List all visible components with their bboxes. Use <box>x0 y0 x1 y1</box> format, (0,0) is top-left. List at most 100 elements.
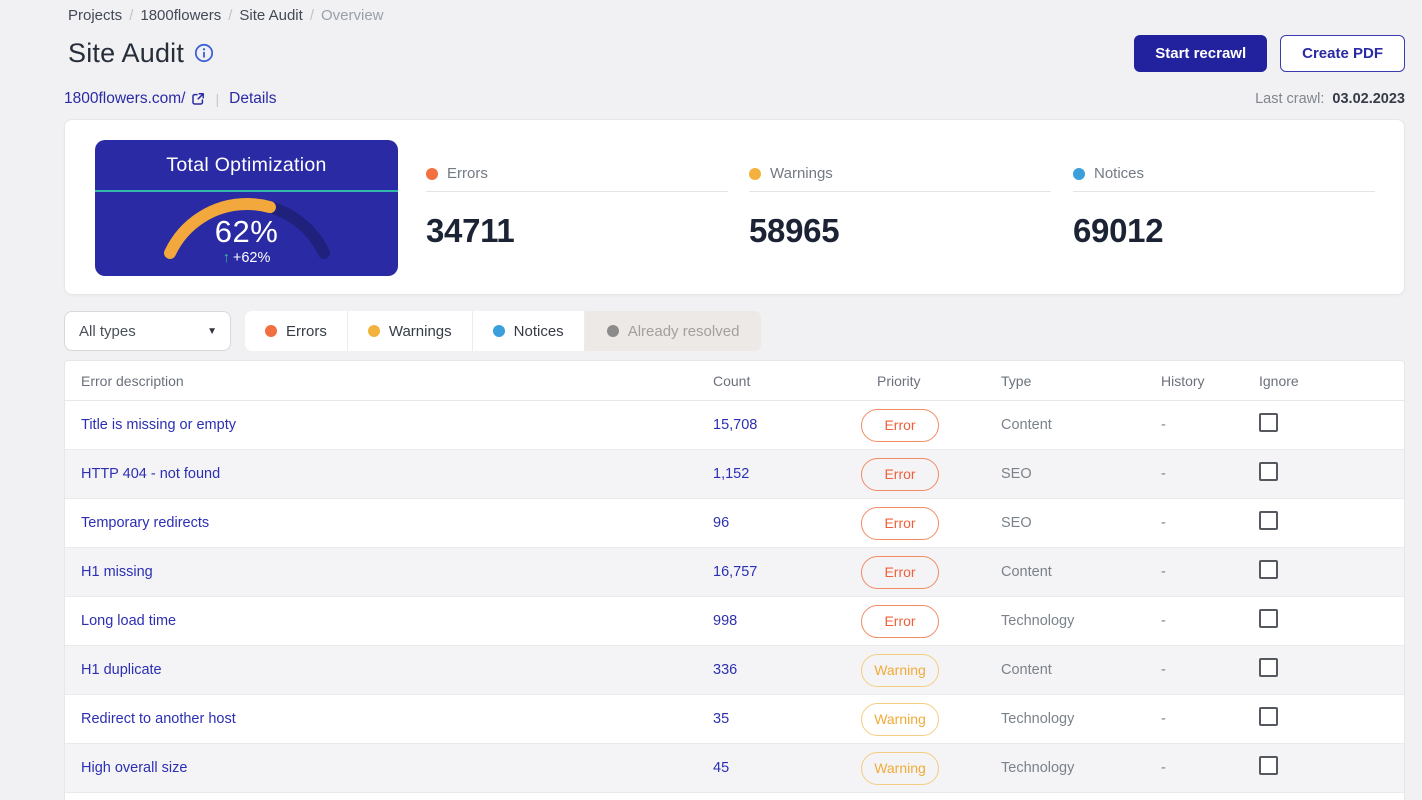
last-crawl-label: Last crawl: <box>1255 90 1325 107</box>
history-cell: - <box>1161 417 1166 433</box>
error-description-link[interactable]: Temporary redirects <box>81 515 209 531</box>
breadcrumb-separator: / <box>309 6 314 24</box>
breadcrumb-project-name[interactable]: 1800flowers <box>140 7 221 24</box>
history-cell: - <box>1161 662 1166 678</box>
warnings-dot-icon <box>367 325 380 337</box>
resolved-dot-icon <box>606 325 619 337</box>
total-optimization-gauge: Total Optimization 62% ↑ +62% <box>95 140 398 276</box>
details-link[interactable]: Details <box>229 90 276 108</box>
warnings-dot-icon <box>749 167 761 180</box>
error-description-link[interactable]: H1 duplicate <box>81 662 162 678</box>
tab-label: Warnings <box>388 322 452 340</box>
count-link[interactable]: 998 <box>713 613 737 629</box>
ignore-checkbox[interactable] <box>1259 413 1278 432</box>
ignore-checkbox[interactable] <box>1259 756 1278 775</box>
domain-text: 1800flowers.com/ <box>64 89 186 107</box>
divider <box>1073 191 1375 192</box>
type-cell: Technology <box>1001 613 1075 629</box>
count-link[interactable]: 15,708 <box>713 417 757 433</box>
count-link[interactable]: 16,757 <box>713 564 757 580</box>
errors-dot-icon <box>426 167 438 180</box>
type-filter-value: All types <box>79 322 136 340</box>
notices-count: 69012 <box>1073 212 1164 249</box>
priority-badge: Error <box>861 604 939 638</box>
count-link[interactable]: 336 <box>713 662 737 678</box>
error-description-link[interactable]: Long load time <box>81 613 176 629</box>
col-ignore: Ignore <box>1259 372 1299 389</box>
ignore-checkbox[interactable] <box>1259 609 1278 628</box>
error-description-link[interactable]: High overall size <box>81 760 187 776</box>
count-link[interactable]: 1,152 <box>713 466 749 482</box>
type-cell: Content <box>1001 662 1052 678</box>
table-row: HTTP 404 - not found 1,152 Error SEO - <box>65 450 1404 499</box>
col-priority: Priority <box>877 372 921 389</box>
divider <box>426 191 728 192</box>
domain-row: 1800flowers.com/ | Details Last crawl: 0… <box>64 89 1405 108</box>
col-count: Count <box>713 372 751 389</box>
history-cell: - <box>1161 564 1166 580</box>
stat-errors: Errors 34711 <box>426 165 728 250</box>
error-description-link[interactable]: Redirect to another host <box>81 711 236 727</box>
history-cell: - <box>1161 711 1166 727</box>
history-cell: - <box>1161 613 1166 629</box>
priority-badge: Warning <box>861 751 939 785</box>
priority-badge: Error <box>861 457 939 491</box>
tab-label: Errors <box>286 322 327 340</box>
table-row: Long load time 998 Error Technology - <box>65 597 1404 646</box>
breadcrumb: Projects / 1800flowers / Site Audit / Ov… <box>68 5 1405 25</box>
ignore-checkbox[interactable] <box>1259 658 1278 677</box>
gauge-delta: ↑ +62% <box>95 250 398 266</box>
tab-label: Already resolved <box>627 322 740 340</box>
info-icon[interactable] <box>194 43 214 63</box>
stat-label: Errors <box>447 165 488 182</box>
filter-row: All types ▼ Errors Warnings Notices Alre… <box>64 311 1405 351</box>
external-link-icon[interactable] <box>191 92 205 106</box>
priority-badge: Error <box>861 555 939 589</box>
count-link[interactable]: 35 <box>713 711 729 727</box>
tab-notices[interactable]: Notices <box>472 311 585 351</box>
type-cell: SEO <box>1001 466 1032 482</box>
notices-dot-icon <box>492 325 505 337</box>
history-cell: - <box>1161 760 1166 776</box>
priority-badge: Error <box>861 506 939 540</box>
site-audit-page: Projects / 1800flowers / Site Audit / Ov… <box>0 0 1422 800</box>
divider <box>749 191 1051 192</box>
errors-dot-icon <box>265 325 277 337</box>
type-cell: Technology <box>1001 711 1075 727</box>
domain-link[interactable]: 1800flowers.com/ <box>64 90 205 108</box>
ignore-checkbox[interactable] <box>1259 462 1278 481</box>
breadcrumb-projects[interactable]: Projects <box>68 7 122 24</box>
breadcrumb-separator: / <box>228 6 233 24</box>
start-recrawl-button[interactable]: Start recrawl <box>1134 34 1268 72</box>
table-row: H1 duplicate 336 Warning Content - <box>65 646 1404 695</box>
tab-already-resolved[interactable]: Already resolved <box>584 311 762 351</box>
stat-warnings: Warnings 58965 <box>749 165 1051 250</box>
col-type: Type <box>1001 372 1032 389</box>
table-body: Title is missing or empty 15,708 Error Cont… <box>65 401 1404 800</box>
errors-count: 34711 <box>426 212 515 249</box>
warnings-count: 58965 <box>749 212 840 249</box>
type-filter-select[interactable]: All types ▼ <box>64 311 231 351</box>
col-history: History <box>1161 372 1205 389</box>
count-link[interactable]: 96 <box>713 515 729 531</box>
stat-label: Notices <box>1094 165 1145 182</box>
table-row: H1 missing 16,757 Error Content - <box>65 548 1404 597</box>
error-description-link[interactable]: Title is missing or empty <box>81 417 236 433</box>
tab-errors[interactable]: Errors <box>245 311 348 351</box>
ignore-checkbox[interactable] <box>1259 560 1278 579</box>
type-cell: Content <box>1001 564 1052 580</box>
gauge-value: 62% <box>214 214 279 249</box>
ignore-checkbox[interactable] <box>1259 511 1278 530</box>
last-crawl: Last crawl: 03.02.2023 <box>1255 91 1405 107</box>
breadcrumb-site-audit[interactable]: Site Audit <box>239 7 302 24</box>
last-crawl-date: 03.02.2023 <box>1332 90 1405 107</box>
count-link[interactable]: 45 <box>713 760 729 776</box>
error-description-link[interactable]: H1 missing <box>81 564 153 580</box>
tab-warnings[interactable]: Warnings <box>347 311 473 351</box>
create-pdf-button[interactable]: Create PDF <box>1280 34 1405 72</box>
tab-label: Notices <box>513 322 564 340</box>
error-description-link[interactable]: HTTP 404 - not found <box>81 466 220 482</box>
ignore-checkbox[interactable] <box>1259 707 1278 726</box>
stat-notices: Notices 69012 <box>1073 165 1375 250</box>
history-cell: - <box>1161 466 1166 482</box>
